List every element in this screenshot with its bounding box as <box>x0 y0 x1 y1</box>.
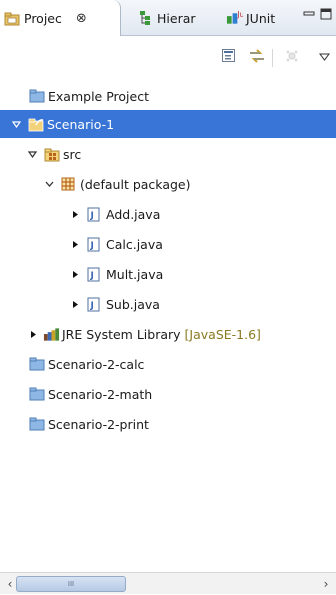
collapsed-arrow-icon[interactable] <box>69 208 81 220</box>
project-explorer-icon <box>4 10 21 26</box>
collapsed-arrow-icon[interactable] <box>69 268 81 280</box>
svg-text:J: J <box>90 211 94 221</box>
tab-hierarchy[interactable]: Hierar <box>135 0 196 36</box>
tree-item-example-project[interactable]: Example Project <box>0 82 336 110</box>
tab-hierarchy-label: Hierar <box>157 10 196 26</box>
tree-item-label: Example Project <box>48 88 149 104</box>
disabled-action-icon <box>285 49 299 66</box>
project-folder-icon <box>29 386 46 402</box>
hierarchy-icon <box>137 10 154 26</box>
link-with-editor-icon[interactable] <box>248 48 266 67</box>
view-menu-icon[interactable] <box>319 50 330 65</box>
java-project-icon <box>28 116 45 132</box>
tree-item-scenario-2-calc[interactable]: Scenario-2-calc <box>0 350 336 378</box>
java-file-icon: J <box>87 206 104 222</box>
collapsed-arrow-icon[interactable] <box>69 238 81 250</box>
java-file-icon: J <box>87 266 104 282</box>
project-folder-icon <box>29 88 46 104</box>
library-icon <box>43 326 60 342</box>
view-tab-bar: Projec ⊗ Hierar Ju JUnit <box>0 0 336 36</box>
tree-item-label: Calc.java <box>106 236 163 252</box>
source-folder-icon <box>44 146 61 162</box>
expanded-arrow-icon[interactable] <box>43 178 55 190</box>
tree-item-calc-java[interactable]: J Calc.java <box>0 230 336 258</box>
scrollbar-grip: III <box>67 580 75 588</box>
tree-item-label: Mult.java <box>106 266 164 282</box>
tree-item-label: Scenario-1 <box>47 116 115 132</box>
package-icon <box>61 176 78 192</box>
tree-item-scenario-1[interactable]: Scenario-1 <box>0 110 336 138</box>
collapsed-arrow-icon[interactable] <box>69 298 81 310</box>
collapsed-arrow-icon[interactable] <box>27 328 39 340</box>
minimize-icon[interactable] <box>303 8 315 23</box>
tree-item-scenario-2-math[interactable]: Scenario-2-math <box>0 380 336 408</box>
svg-text:J: J <box>90 241 94 251</box>
jre-version-decoration: [JavaSE-1.6] <box>184 326 261 342</box>
project-folder-icon <box>29 356 46 372</box>
tree-item-sub-java[interactable]: J Sub.java <box>0 290 336 318</box>
tree-item-label: Scenario-2-calc <box>48 356 145 372</box>
maximize-icon[interactable] <box>320 8 332 23</box>
java-file-icon: J <box>87 296 104 312</box>
collapse-all-icon[interactable] <box>221 48 237 67</box>
java-file-icon: J <box>87 236 104 252</box>
tree-item-label: src <box>63 146 82 162</box>
tab-project-explorer-label: Projec <box>24 10 62 26</box>
scroll-right-button[interactable]: › <box>318 575 334 593</box>
tree-item-label: Add.java <box>106 206 161 222</box>
tab-project-explorer[interactable]: Projec ⊗ <box>0 0 121 36</box>
tree-item-jre-system-library[interactable]: JRE System Library [JavaSE-1.6] <box>0 320 336 348</box>
tree-item-label: (default package) <box>80 176 191 192</box>
tree-item-label: Scenario-2-math <box>48 386 153 402</box>
svg-text:J: J <box>90 301 94 311</box>
expanded-arrow-icon[interactable] <box>26 148 38 160</box>
scrollbar-thumb[interactable]: III <box>16 576 126 592</box>
toolbar-separator <box>272 49 273 67</box>
junit-icon: Ju <box>226 10 243 26</box>
tree-item-label: JRE System Library <box>62 326 181 342</box>
project-folder-icon <box>29 416 46 432</box>
tab-close-icon[interactable]: ⊗ <box>76 11 87 26</box>
tree-item-default-package[interactable]: (default package) <box>0 170 336 198</box>
tree-item-mult-java[interactable]: J Mult.java <box>0 260 336 288</box>
tree-item-label: Scenario-2-print <box>48 416 149 432</box>
view-toolbar <box>0 37 336 75</box>
svg-text:J: J <box>90 271 94 281</box>
expanded-arrow-icon[interactable] <box>10 118 22 130</box>
tree-item-scenario-2-print[interactable]: Scenario-2-print <box>0 410 336 438</box>
horizontal-scrollbar[interactable]: ‹ III › <box>0 572 336 594</box>
tab-junit[interactable]: Ju JUnit <box>224 0 275 36</box>
tree-item-add-java[interactable]: J Add.java <box>0 200 336 228</box>
svg-text:Ju: Ju <box>236 10 243 19</box>
tree-item-src[interactable]: src <box>0 140 336 168</box>
tab-junit-label: JUnit <box>246 10 276 26</box>
tree-item-label: Sub.java <box>106 296 160 312</box>
